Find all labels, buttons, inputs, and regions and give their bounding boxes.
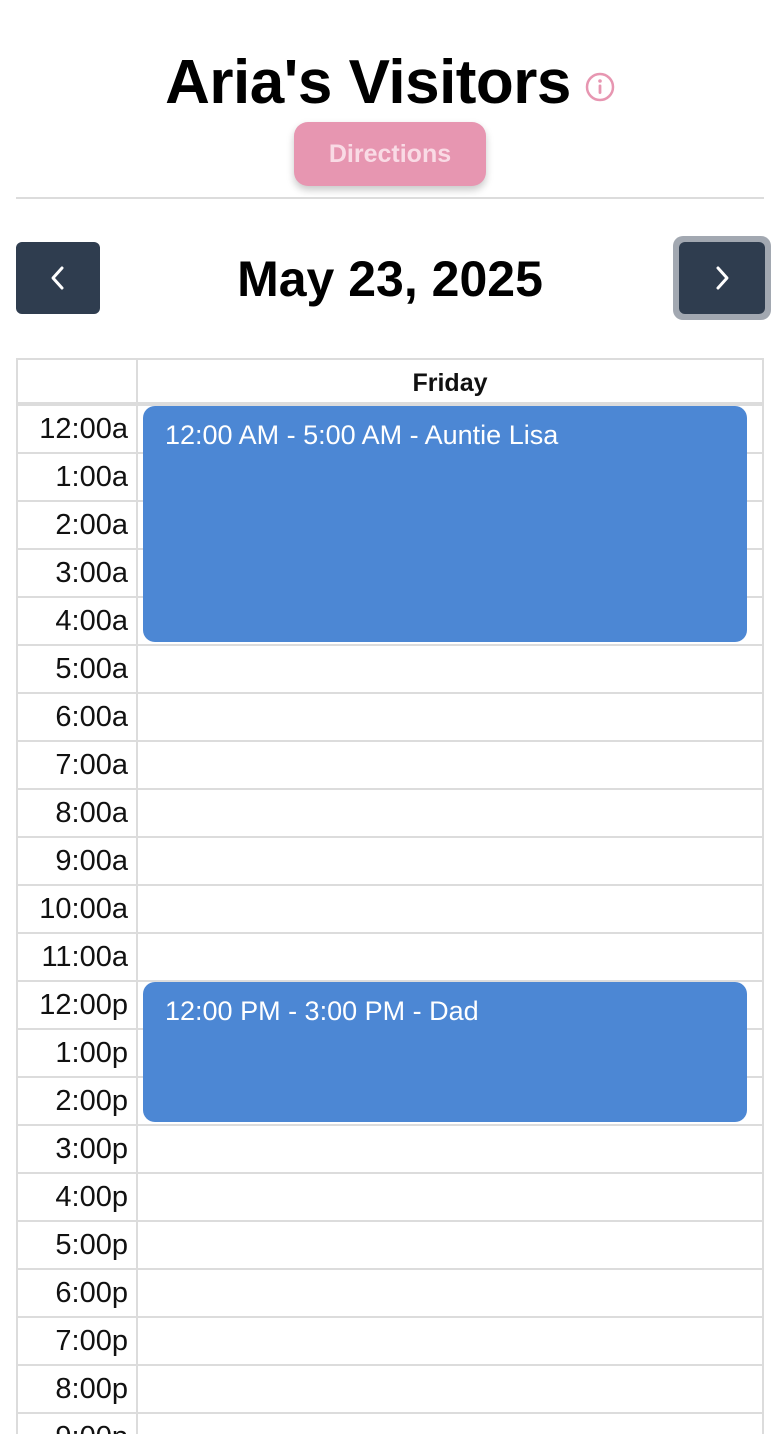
calendar-event[interactable]: 12:00 AM - 5:00 AM - Auntie Lisa	[143, 406, 747, 642]
time-label: 6:00a	[55, 701, 128, 733]
hour-row[interactable]	[18, 932, 762, 934]
time-gutter-divider	[136, 404, 138, 1434]
hour-row[interactable]	[18, 836, 762, 838]
time-label: 7:00p	[55, 1325, 128, 1357]
calendar-header: Friday	[18, 360, 762, 404]
day-column-header: Friday	[412, 369, 488, 397]
hour-row[interactable]	[18, 788, 762, 790]
hour-row[interactable]	[18, 1124, 762, 1126]
time-label: 12:00a	[39, 413, 128, 445]
time-label: 5:00a	[55, 653, 128, 685]
hour-row[interactable]	[18, 1220, 762, 1222]
time-label: 2:00a	[55, 509, 128, 541]
next-day-button[interactable]	[679, 242, 765, 314]
time-label: 6:00p	[55, 1277, 128, 1309]
time-label: 4:00a	[55, 605, 128, 637]
header: Aria's Visitors Directions	[0, 0, 780, 199]
calendar-event[interactable]: 12:00 PM - 3:00 PM - Dad	[143, 982, 747, 1122]
hour-row[interactable]	[18, 692, 762, 694]
time-label: 12:00p	[39, 989, 128, 1021]
time-label: 5:00p	[55, 1229, 128, 1261]
time-label: 1:00p	[55, 1037, 128, 1069]
hour-row[interactable]	[18, 1412, 762, 1414]
time-label: 8:00a	[55, 797, 128, 829]
hour-row[interactable]	[18, 1268, 762, 1270]
info-circle-icon[interactable]	[585, 72, 615, 102]
time-label: 9:00p	[18, 1420, 128, 1434]
page-title: Aria's Visitors	[165, 48, 571, 117]
time-label: 1:00a	[55, 461, 128, 493]
directions-button[interactable]: Directions	[294, 122, 486, 186]
title-row: Aria's Visitors	[0, 46, 780, 120]
page: Aria's Visitors Directions May 23, 2025 …	[0, 0, 780, 1434]
time-label: 11:00a	[41, 941, 128, 973]
hour-row[interactable]	[18, 1316, 762, 1318]
time-gutter-header	[18, 360, 138, 402]
hour-row[interactable]	[18, 644, 762, 646]
time-label: 3:00p	[55, 1133, 128, 1165]
time-label: 9:00a	[55, 845, 128, 877]
current-date-title: May 23, 2025	[237, 251, 543, 307]
header-divider	[16, 197, 764, 199]
chevron-right-icon	[716, 266, 729, 290]
time-label: 4:00p	[55, 1181, 128, 1213]
day-calendar: Friday 12:00a 1:00a 2:00a 3:00a 4:00a 5:00a 6:…	[16, 358, 764, 1434]
time-label: 8:00p	[55, 1373, 128, 1405]
hour-row[interactable]	[18, 1364, 762, 1366]
time-label: 10:00a	[39, 893, 128, 925]
hour-row[interactable]	[18, 1172, 762, 1174]
time-label: 3:00a	[55, 557, 128, 589]
hour-row[interactable]	[18, 884, 762, 886]
time-label: 2:00p	[55, 1085, 128, 1117]
time-label: 7:00a	[55, 749, 128, 781]
hour-row[interactable]	[18, 740, 762, 742]
